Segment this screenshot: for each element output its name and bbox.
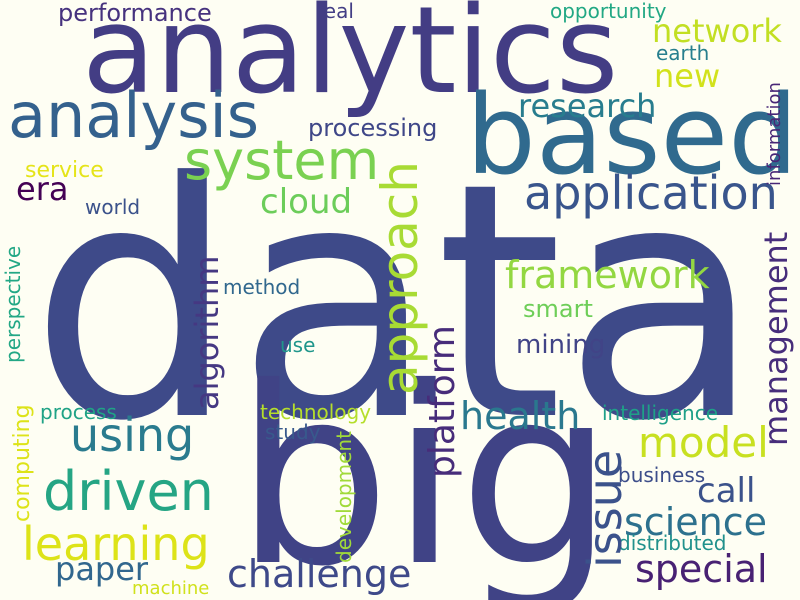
word-framework: framework [505, 253, 710, 297]
word-use: use [280, 333, 316, 357]
word-cloud: data big analytics based analysis system… [0, 0, 800, 600]
word-intelligence: intelligence [602, 401, 719, 425]
word-method: method [223, 275, 301, 299]
word-opportunity: opportunity [550, 0, 667, 23]
word-study: study [265, 420, 321, 444]
word-driven: driven [43, 460, 214, 523]
word-processing: processing [308, 114, 438, 142]
word-application: application [524, 166, 778, 220]
word-performance: performance [58, 0, 212, 27]
word-machine: machine [132, 578, 210, 599]
word-technology: technology [260, 400, 372, 424]
word-computing: computing [10, 404, 35, 522]
word-process: process [40, 400, 117, 424]
word-research: research [518, 87, 657, 125]
word-system: system [184, 129, 380, 192]
word-cloud: cloud [260, 182, 353, 222]
word-management: management [757, 231, 795, 446]
word-development: development [332, 431, 356, 563]
word-platform: platform [422, 325, 463, 478]
word-approach: approach [371, 161, 429, 395]
word-algorithm: algorithm [188, 255, 226, 410]
word-real: real [316, 0, 354, 23]
word-issue: issue [578, 449, 632, 568]
word-health: health [460, 394, 581, 438]
word-perspective: perspective [1, 245, 25, 363]
word-smart: smart [523, 295, 593, 323]
word-mining: mining [516, 330, 606, 360]
word-information: information [764, 82, 785, 186]
word-special: special [635, 547, 768, 591]
word-call: call [697, 471, 756, 511]
word-challenge: challenge [227, 552, 412, 596]
word-service: service [25, 158, 104, 183]
word-world: world [85, 195, 141, 219]
word-distributed: distributed [618, 531, 727, 555]
word-model: model [638, 418, 769, 467]
word-earth: earth [656, 41, 710, 65]
